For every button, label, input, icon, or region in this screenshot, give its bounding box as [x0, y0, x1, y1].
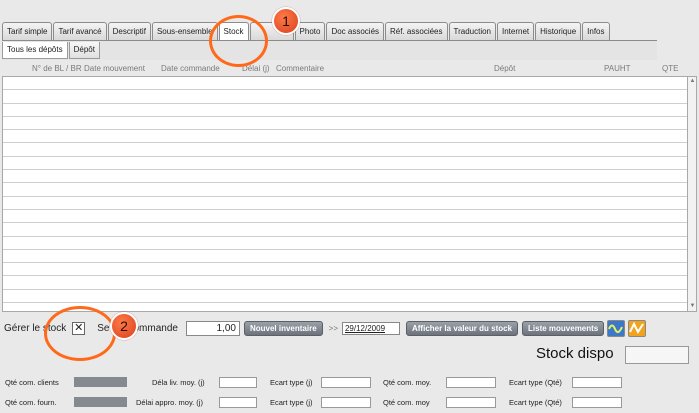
table-row[interactable]: [3, 263, 687, 277]
table-header: N° de BL / BR Date mouvement Date comman…: [0, 62, 699, 76]
subtab-tous-les-depots[interactable]: Tous les dépôts: [2, 42, 68, 59]
tab-traduction[interactable]: Traduction: [448, 22, 496, 40]
scroll-down-arrow-icon[interactable]: ▼: [689, 303, 696, 310]
tab-infos[interactable]: Infos: [582, 22, 610, 40]
qte-com-fourn-label: Qté com. fourn.: [5, 398, 57, 407]
tab-descriptif[interactable]: Descriptif: [107, 22, 151, 40]
qte-com-moy-field-2[interactable]: [446, 397, 496, 408]
wave-blue-icon[interactable]: [607, 319, 626, 337]
ecart-type-qte-field-2[interactable]: [572, 397, 622, 408]
date-field[interactable]: 29/12/2009: [341, 321, 400, 335]
annotation-badge-1: 1: [272, 7, 300, 35]
qte-com-moy-field[interactable]: [446, 377, 496, 388]
main-tab-bar: Tarif simple Tarif avancé Descriptif Sou…: [2, 22, 611, 41]
tab-tarif-simple[interactable]: Tarif simple: [2, 22, 53, 40]
table-row[interactable]: [3, 77, 687, 91]
table-scrollbar[interactable]: ▲ ▼: [687, 76, 697, 312]
annotation-circle-2: [44, 306, 116, 361]
ecart-type-j-field[interactable]: [321, 377, 371, 388]
tab-historique[interactable]: Historique: [535, 22, 582, 40]
col-header-commentaire[interactable]: Commentaire: [276, 64, 324, 73]
table-row[interactable]: [3, 250, 687, 264]
commande-label: ommande: [133, 322, 178, 334]
col-header-qte[interactable]: QTE: [662, 64, 678, 73]
table-row[interactable]: [3, 117, 687, 131]
table-row[interactable]: [3, 90, 687, 104]
liste-mouvements-button[interactable]: Liste mouvements: [522, 320, 605, 336]
ecart-type-j-field-2[interactable]: [321, 397, 371, 408]
qte-com-moy-label: Qté com. moy.: [383, 378, 432, 387]
delai-liv-moy-label: Déla liv. moy. (j): [152, 378, 205, 387]
subtab-depot[interactable]: Dépôt: [68, 42, 100, 59]
col-header-depot[interactable]: Dépôt: [494, 64, 515, 73]
annotation-circle-1: [209, 15, 268, 67]
ecart-type-j-label: Ecart type (j): [270, 378, 313, 387]
wave-orange-icon[interactable]: [628, 319, 647, 337]
sub-tab-bar: Tous les dépôts Dépôt: [2, 41, 657, 60]
table-row[interactable]: [3, 197, 687, 210]
delai-liv-moy-field[interactable]: [219, 377, 257, 388]
col-header-date-commande[interactable]: Date commande: [161, 64, 220, 73]
table-row[interactable]: [3, 104, 687, 117]
annotation-badge-2: 2: [110, 312, 138, 340]
tab-sous-ensemble[interactable]: Sous-ensemble: [151, 22, 218, 40]
table-row[interactable]: [3, 157, 687, 171]
quantity-field[interactable]: 1,00: [185, 320, 240, 336]
tab-doc-associes[interactable]: Doc associés: [326, 22, 385, 40]
table-row[interactable]: [3, 130, 687, 144]
table-row[interactable]: [3, 290, 687, 304]
ecart-type-qte-label-2: Ecart type (Qté): [509, 398, 562, 407]
table-row[interactable]: [3, 276, 687, 290]
ecart-type-qte-label: Ecart type (Qté): [509, 378, 562, 387]
tab-tarif-avance[interactable]: Tarif avancé: [53, 22, 107, 40]
afficher-valeur-stock-button[interactable]: Afficher la valeur du stock: [405, 320, 519, 336]
date-separator: >>: [328, 323, 338, 333]
tab-ref-associees[interactable]: Réf. associées: [385, 22, 448, 40]
ecart-type-j-label-2: Ecart type (j): [270, 398, 313, 407]
delai-appro-moy-field[interactable]: [219, 397, 257, 408]
stock-dispo-field[interactable]: [625, 346, 689, 364]
col-header-bl-br[interactable]: N° de BL / BR: [32, 64, 82, 73]
stock-dispo-label: Stock dispo: [536, 345, 614, 362]
table-row[interactable]: [3, 237, 687, 250]
nouvel-inventaire-button[interactable]: Nouvel inventaire: [243, 320, 323, 336]
tab-internet[interactable]: Internet: [497, 22, 535, 40]
qte-com-clients-label: Qté com. clients: [5, 378, 59, 387]
table-row[interactable]: [3, 170, 687, 184]
table-row[interactable]: [3, 143, 687, 157]
delai-appro-moy-label: Délai appro. moy. (j): [136, 398, 203, 407]
scroll-up-arrow-icon[interactable]: ▲: [689, 78, 696, 85]
stats-panel: Qté com. clients Déla liv. moy. (j) Ecar…: [0, 376, 699, 413]
qte-com-clients-value: [74, 377, 127, 387]
col-header-pauht[interactable]: PAUHT: [604, 64, 631, 73]
table-row[interactable]: [3, 223, 687, 237]
col-header-date-mouvement[interactable]: Date mouvement: [84, 64, 145, 73]
stock-movements-table[interactable]: [2, 76, 687, 312]
table-row[interactable]: [3, 210, 687, 224]
qte-com-moy-label-2: Qté com. moy: [383, 398, 430, 407]
ecart-type-qte-field[interactable]: [572, 377, 622, 388]
table-row[interactable]: [3, 183, 687, 197]
qte-com-fourn-value: [74, 397, 127, 407]
